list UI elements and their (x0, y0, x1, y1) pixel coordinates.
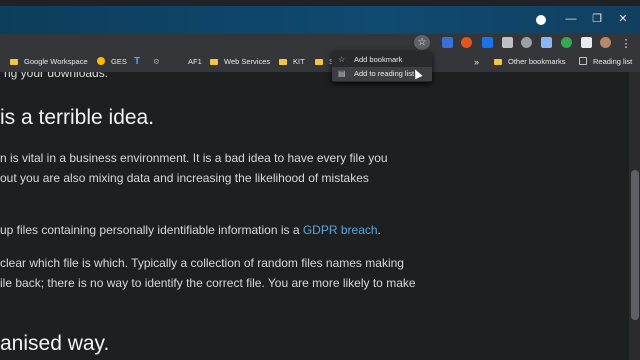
site-icon (97, 57, 105, 65)
folder-icon (315, 59, 323, 65)
window-titlebar: — ❐ ✕ (0, 0, 640, 34)
gdpr-breach-link[interactable]: GDPR breach (303, 223, 378, 237)
profile-icon[interactable] (536, 15, 546, 25)
add-bookmark-item[interactable]: ☆ Add bookmark (332, 53, 432, 67)
scrollbar-thumb[interactable] (631, 170, 639, 320)
star-icon: ☆ (338, 55, 346, 64)
extension-circle-icon[interactable] (461, 37, 472, 48)
avatar[interactable] (600, 37, 611, 48)
bookmark-t-icon[interactable]: T (134, 55, 140, 69)
extension-shield-icon[interactable] (442, 37, 453, 48)
extension-green-icon[interactable] (561, 37, 572, 48)
folder-icon (10, 59, 18, 65)
paragraph-line: clear which file is which. Typically a c… (0, 256, 404, 270)
text-fragment: ng your downloads. (4, 72, 109, 80)
bookmark-ges[interactable]: GES (97, 55, 127, 69)
folder-icon (210, 59, 218, 65)
bookmark-google-workspace[interactable]: Google Workspace (10, 55, 88, 69)
paragraph-line: n is vital in a business environment. It… (0, 151, 388, 165)
extension-layers-icon[interactable] (502, 37, 513, 48)
bookmark-gear-icon[interactable]: ⚙ (153, 55, 160, 69)
page-content: ng your downloads. is a terrible idea. n… (0, 72, 629, 360)
reading-list-icon: ▤ (338, 69, 346, 78)
paragraph-gdpr: up files containing personally identifia… (0, 223, 381, 237)
restore-icon[interactable]: ❐ (588, 10, 606, 28)
kebab-menu-icon[interactable]: ⋮ (617, 35, 635, 53)
section-heading: anised way. (0, 332, 110, 355)
extension-shield2-icon[interactable] (541, 37, 552, 48)
bookmark-web-services[interactable]: Web Services (210, 55, 270, 69)
paragraph-line: out you are also mixing data and increas… (0, 171, 369, 185)
minimize-icon[interactable]: — (562, 10, 580, 28)
paragraph-line: ile back; there is no way to identify th… (0, 276, 416, 290)
reading-list-button[interactable]: Reading list (579, 55, 632, 69)
bookmark-af1[interactable]: AF1 (188, 55, 202, 69)
reading-list-icon (579, 57, 587, 65)
bookmarks-overflow-chevron[interactable]: » (474, 55, 479, 69)
extensions-puzzle-icon[interactable] (581, 37, 592, 48)
bookmark-kit[interactable]: KIT (279, 55, 305, 69)
section-heading: is a terrible idea. (0, 106, 155, 129)
folder-icon (494, 59, 502, 65)
extension-cloud-icon[interactable] (521, 37, 532, 48)
other-bookmarks[interactable]: Other bookmarks (494, 55, 566, 69)
bookmark-star-icon[interactable]: ☆ (414, 35, 430, 50)
folder-icon (279, 59, 287, 65)
close-icon[interactable]: ✕ (614, 10, 632, 28)
extension-blue-icon[interactable] (482, 37, 493, 48)
